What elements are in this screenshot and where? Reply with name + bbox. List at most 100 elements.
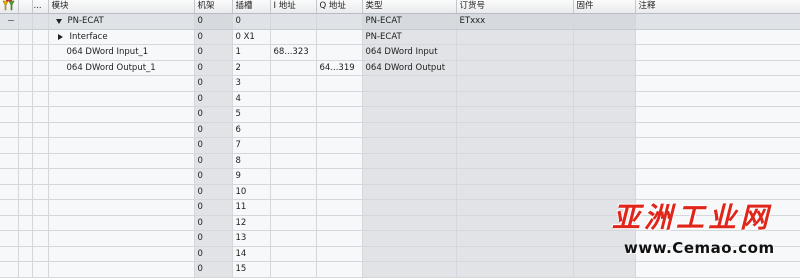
firmware-cell[interactable] [573, 153, 636, 169]
order-number-cell[interactable] [456, 199, 574, 216]
order-number-cell[interactable] [456, 137, 574, 154]
row-indicator-cell[interactable] [0, 199, 19, 216]
row-indicator-cell[interactable] [0, 122, 19, 138]
expand-arrow-icon[interactable] [57, 33, 63, 40]
comment-cell[interactable] [635, 122, 800, 138]
table-row[interactable]: 0 10 [0, 184, 800, 200]
slot-cell[interactable]: 0 [232, 13, 271, 30]
module-cell[interactable]: PN-ECAT [48, 13, 195, 30]
slot-cell[interactable]: 7 [232, 137, 271, 154]
row-indicator-cell[interactable] [0, 261, 19, 278]
column-header-rack[interactable]: 机架 [194, 0, 233, 14]
q-address-cell[interactable] [316, 153, 363, 169]
module-cell[interactable] [48, 168, 195, 185]
column-header-type[interactable]: 类型 [362, 0, 457, 14]
row-check-cell[interactable] [18, 29, 33, 45]
order-number-cell[interactable] [456, 29, 574, 45]
module-cell[interactable]: Interface [48, 29, 195, 45]
order-number-cell[interactable] [456, 91, 574, 107]
row-check-cell[interactable] [18, 91, 33, 107]
comment-cell[interactable] [635, 13, 800, 30]
firmware-cell[interactable] [573, 75, 636, 92]
i-address-cell[interactable] [270, 261, 317, 278]
type-cell[interactable] [362, 122, 457, 138]
q-address-cell[interactable] [316, 230, 363, 247]
rack-cell[interactable]: 0 [194, 106, 233, 123]
row-indicator-cell[interactable] [0, 91, 19, 107]
row-indicator-cell[interactable] [0, 246, 19, 262]
i-address-cell[interactable] [270, 215, 317, 231]
comment-cell[interactable] [635, 75, 800, 92]
q-address-cell[interactable] [316, 137, 363, 154]
slot-cell[interactable]: 8 [232, 153, 271, 169]
order-number-cell[interactable] [456, 153, 574, 169]
row-indicator-cell[interactable] [0, 13, 19, 30]
slot-cell[interactable]: 9 [232, 168, 271, 185]
row-check-cell[interactable] [18, 44, 33, 61]
firmware-cell[interactable] [573, 60, 636, 76]
comment-cell[interactable] [635, 246, 800, 262]
comment-cell[interactable] [635, 44, 800, 61]
slot-cell[interactable]: 5 [232, 106, 271, 123]
slot-cell[interactable]: 4 [232, 91, 271, 107]
i-address-cell[interactable] [270, 122, 317, 138]
slot-cell[interactable]: 12 [232, 215, 271, 231]
comment-cell[interactable] [635, 106, 800, 123]
order-number-cell[interactable] [456, 230, 574, 247]
table-row[interactable]: 0 13 [0, 230, 800, 247]
rack-cell[interactable]: 0 [194, 261, 233, 278]
type-cell[interactable] [362, 91, 457, 107]
module-cell[interactable] [48, 261, 195, 278]
row-indicator-cell[interactable] [0, 75, 19, 92]
module-cell[interactable]: 064 DWord Output_1 [48, 60, 195, 76]
table-row[interactable]: 08 [0, 153, 800, 169]
order-number-cell[interactable] [456, 75, 574, 92]
q-address-cell[interactable] [316, 215, 363, 231]
row-check-cell[interactable] [18, 230, 33, 247]
type-cell[interactable]: 064 DWord Output [362, 60, 457, 76]
module-cell[interactable] [48, 91, 195, 107]
row-indicator-cell[interactable] [0, 215, 19, 231]
row-check-cell[interactable] [18, 199, 33, 216]
filter-column-header[interactable] [0, 0, 19, 14]
row-check-cell[interactable] [18, 184, 33, 200]
column-header-firmware[interactable]: 固件 [573, 0, 636, 14]
table-row[interactable]: 064 DWord Input_1 0 1 68...323 064 DWord Inp… [0, 44, 800, 61]
table-row[interactable]: 0 14 [0, 246, 800, 262]
firmware-cell[interactable] [573, 122, 636, 138]
module-cell[interactable] [48, 199, 195, 216]
firmware-cell[interactable] [573, 106, 636, 123]
rack-cell[interactable]: 0 [194, 230, 233, 247]
firmware-cell[interactable] [573, 137, 636, 154]
row-indicator-cell[interactable] [0, 168, 19, 185]
i-address-cell[interactable] [270, 60, 317, 76]
table-row[interactable]: 064 DWord Output_1 0 2 64...319 064 DWord Ou… [0, 60, 800, 76]
column-header-more[interactable]: ... [32, 0, 49, 14]
row-check-cell[interactable] [18, 13, 33, 30]
type-cell[interactable] [362, 168, 457, 185]
order-number-cell[interactable] [456, 246, 574, 262]
row-indicator-cell[interactable] [0, 137, 19, 154]
type-cell[interactable] [362, 106, 457, 123]
order-number-cell[interactable] [456, 261, 574, 278]
row-indicator-cell[interactable] [0, 29, 19, 45]
column-header-order-number[interactable]: 订货号 [456, 0, 574, 14]
firmware-cell[interactable] [573, 199, 636, 216]
i-address-cell[interactable] [270, 199, 317, 216]
module-cell[interactable] [48, 230, 195, 247]
order-number-cell[interactable] [456, 168, 574, 185]
row-check-cell[interactable] [18, 137, 33, 154]
comment-cell[interactable] [635, 29, 800, 45]
q-address-cell[interactable] [316, 75, 363, 92]
slot-cell[interactable]: 1 [232, 44, 271, 61]
order-number-cell[interactable] [456, 106, 574, 123]
q-address-cell[interactable] [316, 184, 363, 200]
i-address-cell[interactable] [270, 230, 317, 247]
order-number-cell[interactable] [456, 44, 574, 61]
module-cell[interactable] [48, 184, 195, 200]
slot-cell[interactable]: 6 [232, 122, 271, 138]
q-address-cell[interactable] [316, 246, 363, 262]
firmware-cell[interactable] [573, 230, 636, 247]
rack-cell[interactable]: 0 [194, 215, 233, 231]
type-cell[interactable] [362, 75, 457, 92]
